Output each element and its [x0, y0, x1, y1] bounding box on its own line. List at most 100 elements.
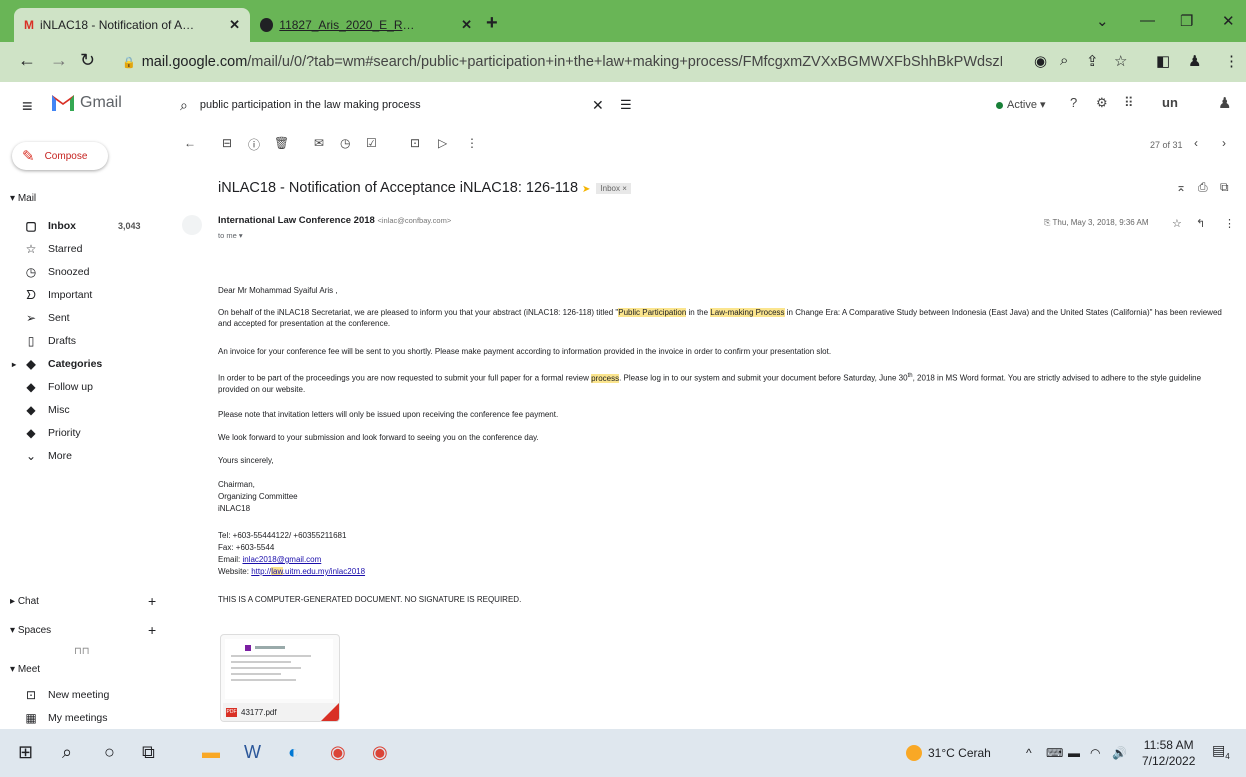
windows-start-icon[interactable]: ⊞	[18, 742, 33, 763]
sidebar-item-misc[interactable]: ◆ Misc	[0, 399, 160, 421]
sidebar-item-follow-up[interactable]: ◆ Follow up	[0, 376, 160, 398]
start-chat-icon[interactable]: +	[148, 593, 156, 609]
restore-icon[interactable]: ❐	[1180, 12, 1193, 30]
sidebar-item-starred[interactable]: ☆ Starred	[0, 238, 160, 260]
sidebar-item-categories[interactable]: ▸ ◆ Categories	[0, 353, 160, 375]
chrome-profile-icon[interactable]: ◉	[372, 742, 388, 763]
word-icon[interactable]: W	[244, 742, 261, 763]
tab-search-icon[interactable]: ⌄	[1096, 12, 1109, 30]
taskbar-search-icon[interactable]: ⌕	[62, 742, 72, 763]
chrome-icon[interactable]: ◉	[330, 742, 346, 763]
newer-icon[interactable]: ‹	[1194, 136, 1198, 150]
archive-icon[interactable]: ⊟	[222, 136, 232, 150]
more-options-icon[interactable]: ⋮	[466, 136, 478, 150]
website-link[interactable]: http://law.uitm.edu.my/inlac2018	[251, 567, 365, 576]
help-icon[interactable]: ?	[1070, 95, 1077, 110]
share-icon[interactable]: ⇪	[1086, 52, 1099, 70]
forward-icon[interactable]: →	[50, 50, 68, 71]
inbox-label-chip[interactable]: Inbox ×	[596, 182, 631, 194]
gmail-logo-icon[interactable]	[50, 92, 76, 112]
back-to-search-icon[interactable]: ←	[184, 136, 196, 150]
apps-grid-icon[interactable]: ⠿	[1124, 95, 1134, 111]
bookmark-star-icon[interactable]: ☆	[1114, 52, 1127, 70]
notification-center-icon[interactable]: ▤4	[1212, 742, 1230, 761]
organization-logo[interactable]: un	[1162, 95, 1178, 110]
wifi-icon[interactable]: ◠	[1090, 746, 1100, 760]
sidebar-item-priority[interactable]: ◆ Priority	[0, 422, 160, 444]
delete-icon[interactable]: 🗑	[274, 136, 289, 150]
weather-widget[interactable]: 31°C Cerah	[906, 745, 991, 761]
edge-icon[interactable]: ◐	[288, 742, 299, 763]
attachment-card[interactable]: PDF 43177.pdf	[220, 634, 340, 722]
minimize-icon[interactable]: —	[1140, 12, 1155, 29]
zoom-icon[interactable]: ⌕	[1060, 52, 1068, 69]
mark-unread-icon[interactable]: ✉	[314, 136, 324, 150]
chat-section-toggle[interactable]: ▸ Chat	[10, 596, 39, 607]
search-input[interactable]: public participation in the law making p…	[200, 99, 421, 111]
mail-section-toggle[interactable]: ▾ Mail	[10, 193, 36, 204]
sidebar-item-sent[interactable]: ➢ Sent	[0, 307, 160, 329]
clear-search-icon[interactable]: ✕	[592, 97, 604, 114]
sidebar-item-snoozed[interactable]: ◷ Snoozed	[0, 261, 160, 283]
expand-arrow-icon[interactable]: ▸	[12, 360, 16, 369]
search-options-icon[interactable]: ☰	[620, 97, 632, 113]
settings-gear-icon[interactable]: ⚙	[1096, 95, 1108, 111]
meet-my-meetings[interactable]: ▦ My meetings	[0, 707, 160, 729]
status-selector[interactable]: Active ▾	[996, 98, 1046, 111]
cortana-icon[interactable]: ○	[104, 742, 115, 763]
sender-avatar[interactable]	[182, 215, 202, 235]
new-tab-button[interactable]: +	[486, 12, 498, 35]
tab-pdf[interactable]: 11827_Aris_2020_E_R.pdf ✕	[250, 8, 482, 42]
main-menu-icon[interactable]: ≡	[22, 96, 33, 117]
sidebar-item-inbox[interactable]: ▢ Inbox 3,043	[0, 215, 160, 237]
create-space-icon[interactable]: +	[148, 622, 156, 638]
taskbar-clock[interactable]: 11:58 AM 7/12/2022	[1142, 737, 1195, 769]
contact-email-link[interactable]: inlac2018@gmail.com	[242, 555, 321, 564]
compose-button[interactable]: ✎ Compose	[12, 142, 108, 170]
battery-icon[interactable]: ▬	[1068, 746, 1080, 760]
report-spam-icon[interactable]: ⓘ	[248, 136, 260, 153]
tray-overflow-icon[interactable]: ^	[1026, 746, 1032, 760]
search-icon[interactable]: ⌕	[180, 97, 188, 114]
snooze-icon[interactable]: ◷	[340, 136, 350, 150]
sender-name[interactable]: International Law Conference 2018 <inlac…	[218, 215, 451, 226]
older-icon[interactable]: ›	[1222, 136, 1226, 150]
send-icon: ➢	[25, 311, 37, 325]
close-window-icon[interactable]: ✕	[1222, 12, 1235, 30]
meet-section-toggle[interactable]: ▾ Meet	[10, 664, 40, 675]
gmail-wordmark[interactable]: Gmail	[80, 94, 122, 112]
mail-search-bar[interactable]: ⌕ public participation in the law making…	[168, 90, 638, 120]
star-message-icon[interactable]: ☆	[1172, 217, 1182, 230]
meet-new-meeting[interactable]: ⊡ New meeting	[0, 684, 160, 706]
print-icon[interactable]: ⎙	[1198, 180, 1208, 195]
label-as-icon[interactable]: ▷	[438, 136, 447, 150]
sidepanel-icon[interactable]: ◧	[1156, 52, 1170, 70]
back-icon[interactable]: ←	[18, 50, 36, 71]
task-view-icon[interactable]: ⧉	[142, 742, 155, 763]
eye-icon[interactable]: ◉	[1034, 52, 1047, 70]
close-tab-icon[interactable]: ✕	[229, 17, 240, 33]
message-more-icon[interactable]: ⋮	[1224, 217, 1235, 230]
move-to-icon[interactable]: ⊡	[410, 136, 420, 150]
close-tab-icon[interactable]: ✕	[461, 17, 472, 33]
recipient-details-toggle[interactable]: to me ▾	[218, 231, 243, 240]
reply-icon[interactable]: ↰	[1196, 217, 1205, 230]
browser-menu-icon[interactable]: ⋮	[1224, 52, 1239, 70]
reload-icon[interactable]: ↻	[80, 50, 95, 71]
sidebar-item-important[interactable]: ᗤ Important	[0, 284, 160, 306]
keyboard-icon[interactable]: ⌨	[1046, 746, 1063, 760]
open-new-window-icon[interactable]: ⧉	[1220, 180, 1229, 195]
sidebar-item-drafts[interactable]: ▯ Drafts	[0, 330, 160, 352]
important-marker-icon[interactable]: ➤	[582, 184, 590, 195]
tab-gmail[interactable]: M iNLAC18 - Notification of Accep ✕	[14, 8, 250, 42]
collapse-all-icon[interactable]: ⌅	[1176, 180, 1186, 194]
profile-avatar[interactable]: ♟	[1188, 52, 1201, 70]
attachment-filename[interactable]: 43177.pdf	[241, 708, 277, 717]
spaces-section-toggle[interactable]: ▾ Spaces	[10, 625, 51, 636]
url-field[interactable]: 🔒 mail.google.com/mail/u/0/?tab=wm#searc…	[122, 48, 1002, 76]
sidebar-item-more[interactable]: ⌄ More	[0, 445, 160, 467]
add-task-icon[interactable]: ☑	[366, 136, 377, 150]
volume-icon[interactable]: 🔊	[1112, 746, 1127, 760]
account-avatar[interactable]: ♟	[1218, 94, 1231, 112]
file-explorer-icon[interactable]: ▬	[202, 742, 220, 763]
